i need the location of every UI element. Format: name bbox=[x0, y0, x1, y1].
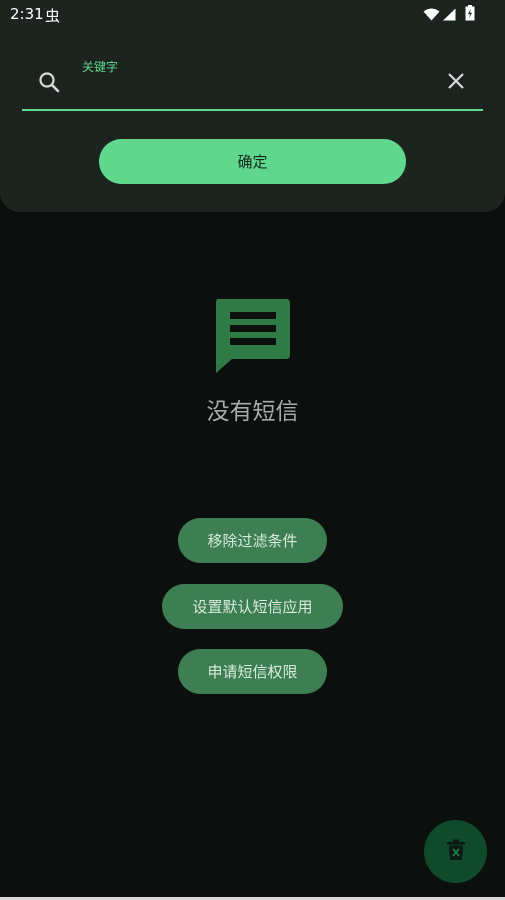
search-label: 关键字 bbox=[82, 60, 119, 74]
empty-state-text: 没有短信 bbox=[206, 399, 299, 425]
search-panel: 关键字 确定 bbox=[0, 0, 505, 212]
battery-icon bbox=[465, 5, 475, 25]
message-icon bbox=[212, 297, 292, 379]
search-input[interactable] bbox=[82, 76, 426, 102]
notification-glyph: 虫 bbox=[45, 7, 61, 25]
status-bar: 2:31 虫 bbox=[0, 0, 505, 28]
search-underline bbox=[22, 109, 483, 111]
confirm-button[interactable]: 确定 bbox=[99, 139, 406, 184]
close-icon[interactable] bbox=[446, 71, 466, 95]
request-sms-permission-button[interactable]: 申请短信权限 bbox=[178, 649, 327, 694]
status-time: 2:31 bbox=[10, 5, 44, 23]
delete-fab[interactable] bbox=[424, 820, 487, 883]
search-icon[interactable] bbox=[37, 70, 61, 98]
set-default-sms-app-button[interactable]: 设置默认短信应用 bbox=[162, 584, 343, 629]
delete-icon bbox=[446, 839, 465, 865]
signal-icon bbox=[442, 7, 456, 25]
remove-filter-button[interactable]: 移除过滤条件 bbox=[178, 518, 327, 563]
wifi-icon bbox=[423, 7, 440, 25]
